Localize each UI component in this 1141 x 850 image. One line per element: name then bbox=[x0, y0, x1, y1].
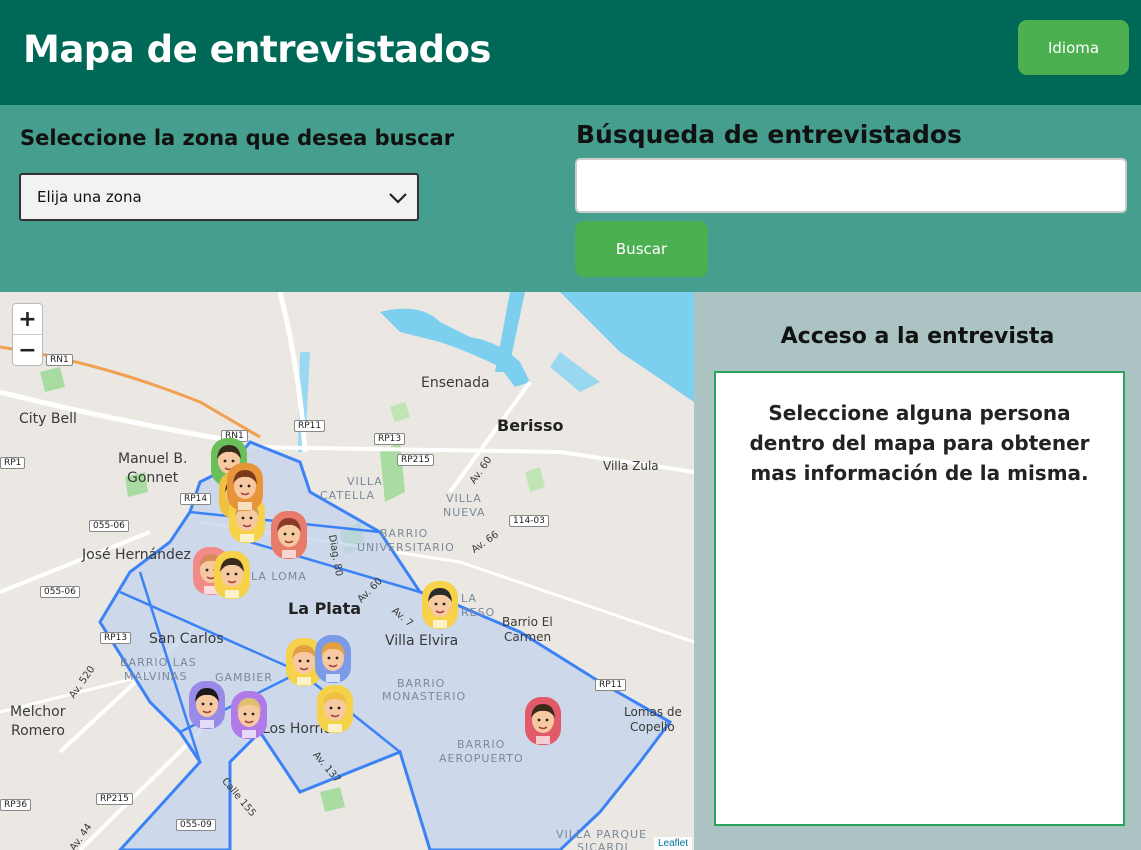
map-label: Copello bbox=[630, 720, 675, 734]
zone-select[interactable]: Elija una zona bbox=[19, 173, 419, 221]
map-label: Villa Elvira bbox=[385, 633, 459, 649]
person-avatar-icon bbox=[227, 463, 263, 511]
map-label: Lomas de bbox=[624, 705, 682, 719]
map-label: UNIVERSITARIO bbox=[357, 541, 455, 554]
zoom-control: + − bbox=[12, 303, 43, 366]
interview-panel: Acceso a la entrevista Seleccione alguna… bbox=[694, 292, 1141, 850]
map-label: LA bbox=[461, 592, 477, 605]
map-label: La Plata bbox=[288, 599, 362, 618]
road-sign: RP36 bbox=[0, 799, 32, 811]
map-label: Berisso bbox=[497, 416, 564, 435]
road-sign: 055-06 bbox=[40, 586, 80, 598]
map-label: CATELLA bbox=[320, 489, 376, 502]
app-header: Mapa de entrevistados Idioma bbox=[0, 0, 1141, 105]
interviewee-marker[interactable] bbox=[213, 550, 251, 600]
interviewee-marker[interactable] bbox=[316, 684, 354, 734]
map-label: VILLA bbox=[347, 475, 383, 488]
map-label: MALVINAS bbox=[124, 670, 188, 683]
map-label: Romero bbox=[11, 723, 65, 739]
interviewee-marker[interactable] bbox=[314, 634, 352, 684]
interviewee-marker[interactable] bbox=[188, 680, 226, 730]
map-tiles bbox=[0, 292, 694, 850]
map-label: BARRIO bbox=[380, 527, 429, 540]
language-button[interactable]: Idioma bbox=[1018, 20, 1129, 75]
road-sign: RP13 bbox=[374, 433, 406, 445]
road-sign: RP11 bbox=[595, 679, 627, 691]
map-label: BARRIO bbox=[397, 677, 446, 690]
map-label: Barrio El bbox=[502, 615, 553, 629]
interviewee-marker[interactable] bbox=[226, 462, 264, 512]
map-label: BARRIO bbox=[457, 738, 506, 751]
panel-message: Seleccione alguna persona dentro del map… bbox=[749, 401, 1090, 485]
road-sign: 055-06 bbox=[89, 520, 129, 532]
search-label: Búsqueda de entrevistados bbox=[576, 120, 962, 149]
map-label: VILLA PARQUE bbox=[556, 828, 648, 841]
person-avatar-icon bbox=[214, 551, 250, 599]
map-label: LA LOMA bbox=[251, 570, 307, 583]
zone-select-value: Elija una zona bbox=[37, 188, 142, 206]
person-avatar-icon bbox=[525, 697, 561, 745]
map-label: SICARDI bbox=[577, 841, 629, 850]
map-label: AEROPUERTO bbox=[439, 752, 524, 765]
road-sign: 055-09 bbox=[176, 819, 216, 831]
interviewee-marker[interactable] bbox=[421, 580, 459, 630]
chevron-down-icon bbox=[389, 193, 407, 204]
map-label: RESO bbox=[461, 606, 496, 619]
road-sign: RP11 bbox=[294, 420, 326, 432]
map-label: Melchor bbox=[10, 704, 66, 720]
page-title: Mapa de entrevistados bbox=[23, 28, 491, 71]
road-sign: RP215 bbox=[96, 793, 133, 805]
person-avatar-icon bbox=[189, 681, 225, 729]
zoom-out-button[interactable]: − bbox=[13, 335, 42, 366]
zone-select-label: Seleccione la zona que desea buscar bbox=[20, 126, 455, 150]
interviewee-marker[interactable] bbox=[270, 510, 308, 560]
interview-info-box: Seleccione alguna persona dentro del map… bbox=[714, 371, 1125, 826]
map-label: José Hernández bbox=[82, 547, 191, 563]
map-label: Villa Zula bbox=[603, 459, 659, 473]
map-label: San Carlos bbox=[149, 631, 224, 647]
zoom-in-button[interactable]: + bbox=[13, 304, 42, 335]
road-sign: RP14 bbox=[180, 493, 212, 505]
map-attribution[interactable]: Leaflet bbox=[653, 837, 692, 850]
person-avatar-icon bbox=[315, 635, 351, 683]
map-label: Gonnet bbox=[127, 470, 179, 486]
map[interactable]: + − Ensenada Berisso City Bell Manuel B.… bbox=[0, 292, 694, 850]
road-sign: RP215 bbox=[397, 454, 434, 466]
road-sign: RP13 bbox=[100, 632, 132, 644]
person-avatar-icon bbox=[317, 685, 353, 733]
map-label: Manuel B. bbox=[118, 451, 188, 467]
panel-title: Acceso a la entrevista bbox=[780, 324, 1055, 349]
map-label: MONASTERIO bbox=[382, 690, 467, 703]
map-label: Carmen bbox=[504, 630, 552, 644]
map-label: Ensenada bbox=[421, 375, 490, 391]
search-input[interactable] bbox=[575, 158, 1127, 213]
person-avatar-icon bbox=[231, 691, 267, 739]
map-label: NUEVA bbox=[443, 506, 486, 519]
person-avatar-icon bbox=[271, 511, 307, 559]
interviewee-marker[interactable] bbox=[524, 696, 562, 746]
road-sign: RP1 bbox=[0, 457, 26, 469]
map-label: VILLA bbox=[446, 492, 482, 505]
map-label: City Bell bbox=[19, 411, 77, 427]
interviewee-marker[interactable] bbox=[230, 690, 268, 740]
road-sign: 114-03 bbox=[509, 515, 549, 527]
person-avatar-icon bbox=[422, 581, 458, 629]
map-label: BARRIO LAS bbox=[120, 656, 197, 669]
search-button[interactable]: Buscar bbox=[575, 221, 708, 277]
road-sign: RN1 bbox=[46, 354, 73, 366]
